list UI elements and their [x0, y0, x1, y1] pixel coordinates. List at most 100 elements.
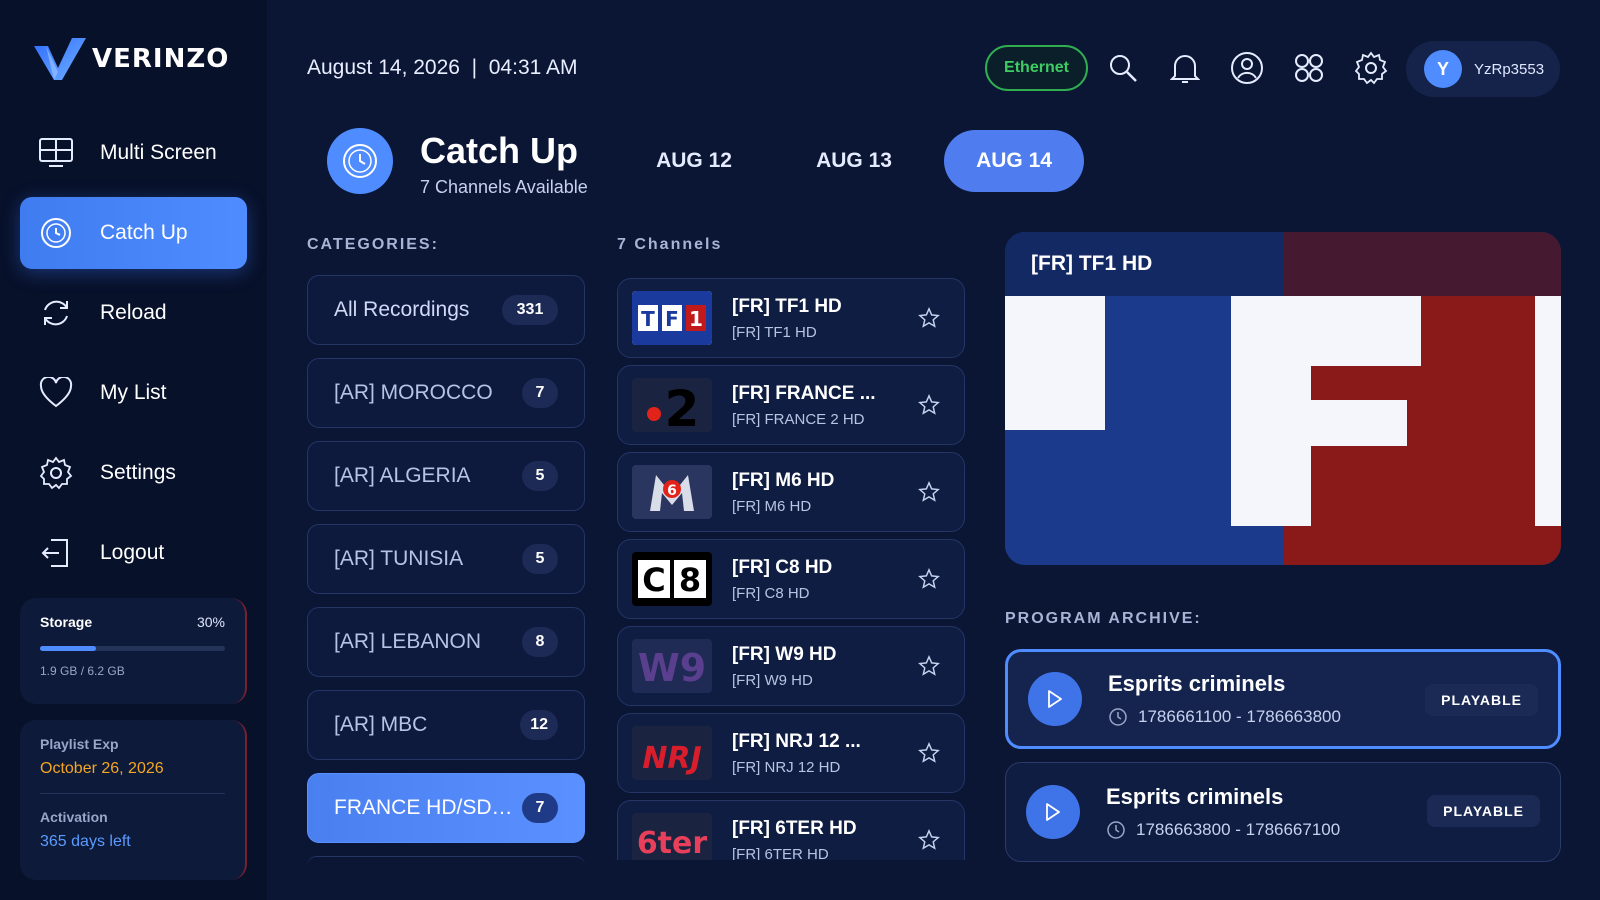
sidebar-item-settings[interactable]: Settings [20, 437, 247, 509]
category-item[interactable]: All Recordings 331 [307, 275, 585, 345]
bell-icon[interactable] [1167, 50, 1203, 86]
history-icon [1107, 821, 1125, 839]
svg-text:T: T [641, 307, 655, 331]
channel-logo-c8: C8 [632, 552, 712, 606]
favorite-star-icon[interactable] [918, 742, 940, 764]
catch-up-clock-icon [327, 128, 393, 194]
palette-icon[interactable] [1291, 50, 1327, 86]
svg-text:1: 1 [689, 307, 703, 331]
sidebar-item-logout[interactable]: Logout [20, 517, 247, 589]
playlist-exp-value: October 26, 2026 [40, 760, 164, 777]
channel-row[interactable]: 2 [FR] FRANCE ... [FR] FRANCE 2 HD [617, 365, 965, 445]
favorite-star-icon[interactable] [918, 655, 940, 677]
playlist-card: Playlist Exp October 26, 2026 Activation… [20, 720, 247, 880]
category-count: 5 [522, 544, 558, 574]
preview-title: [FR] TF1 HD [1031, 252, 1153, 275]
logo-v-icon [34, 38, 86, 80]
program-title: Esprits criminels [1108, 671, 1286, 696]
date-tab-aug-13[interactable]: AUG 13 [784, 130, 924, 192]
channel-subtitle: [FR] NRJ 12 HD [732, 758, 841, 776]
channel-row[interactable]: C8 [FR] C8 HD [FR] C8 HD [617, 539, 965, 619]
category-item-partial [307, 856, 585, 866]
category-label: [AR] TUNISIA [334, 547, 464, 570]
channel-name: [FR] W9 HD [732, 643, 837, 665]
sidebar-item-reload[interactable]: Reload [20, 277, 247, 349]
play-button[interactable] [1028, 672, 1082, 726]
clock-icon [38, 215, 74, 251]
channel-list: TF1 [FR] TF1 HD [FR] TF1 HD 2 [FR] FRANC… [617, 278, 965, 860]
category-item[interactable]: [AR] TUNISIA 5 [307, 524, 585, 594]
search-icon[interactable] [1105, 50, 1141, 86]
channel-subtitle: [FR] FRANCE 2 HD [732, 410, 865, 428]
channel-row[interactable]: W9 [FR] W9 HD [FR] W9 HD [617, 626, 965, 706]
channel-name: [FR] NRJ 12 ... [732, 730, 861, 752]
channel-name: [FR] FRANCE ... [732, 382, 876, 404]
channel-preview[interactable]: [FR] TF1 HD [1005, 232, 1561, 565]
sidebar-item-label: Catch Up [100, 221, 188, 244]
category-item-active[interactable]: FRANCE HD/SD ... 7 [307, 773, 585, 843]
channel-row[interactable]: 6 [FR] M6 HD [FR] M6 HD [617, 452, 965, 532]
category-label: [AR] MBC [334, 713, 428, 736]
sidebar-item-catch-up[interactable]: Catch Up [20, 197, 247, 269]
category-label: All Recordings [334, 298, 470, 321]
playable-badge: PLAYABLE [1425, 684, 1538, 716]
channel-logo-nrj12: NRJ [632, 726, 712, 780]
channel-row[interactable]: NRJ [FR] NRJ 12 ... [FR] NRJ 12 HD [617, 713, 965, 793]
storage-detail: 1.9 GB / 6.2 GB [40, 664, 125, 678]
channel-logo-6ter: 6ter [632, 813, 712, 860]
svg-text:F: F [665, 307, 679, 331]
favorite-star-icon[interactable] [918, 829, 940, 851]
date-tab-aug-12[interactable]: AUG 12 [624, 130, 764, 192]
settings-icon[interactable] [1353, 50, 1389, 86]
category-item[interactable]: [AR] LEBANON 8 [307, 607, 585, 677]
heart-icon [38, 375, 74, 411]
sidebar-item-multi-screen[interactable]: Multi Screen [20, 117, 247, 189]
category-label: [AR] ALGERIA [334, 464, 471, 487]
channel-name: [FR] 6TER HD [732, 817, 857, 839]
sidebar-item-label: Logout [100, 541, 165, 564]
favorite-star-icon[interactable] [918, 307, 940, 329]
sidebar-item-label: My List [100, 381, 167, 404]
channels-heading: 7 Channels [617, 236, 723, 253]
avatar: Y [1424, 50, 1462, 88]
channel-row[interactable]: TF1 [FR] TF1 HD [FR] TF1 HD [617, 278, 965, 358]
storage-card: Storage 30% 1.9 GB / 6.2 GB [20, 598, 247, 704]
favorite-star-icon[interactable] [918, 568, 940, 590]
archive-item[interactable]: Esprits criminels 1786661100 - 178666380… [1005, 649, 1561, 749]
channel-logo-w9: W9 [632, 639, 712, 693]
play-icon [1046, 803, 1060, 821]
storage-bar-fill [40, 646, 96, 651]
user-icon[interactable] [1229, 50, 1265, 86]
sidebar-item-label: Reload [100, 301, 167, 324]
multi-screen-icon [38, 135, 74, 171]
datetime: August 14, 2026 | 04:31 AM [307, 56, 578, 79]
channel-name: [FR] C8 HD [732, 556, 833, 578]
category-item[interactable]: [AR] MBC 12 [307, 690, 585, 760]
sidebar-item-my-list[interactable]: My List [20, 357, 247, 429]
category-count: 5 [522, 461, 558, 491]
page-subtitle: 7 Channels Available [420, 177, 588, 197]
channel-subtitle: [FR] 6TER HD [732, 845, 829, 861]
divider [40, 793, 225, 794]
favorite-star-icon[interactable] [918, 394, 940, 416]
app-logo: VERINZO [32, 36, 229, 82]
category-count: 7 [522, 793, 558, 823]
favorite-star-icon[interactable] [918, 481, 940, 503]
channel-logo-tf1: TF1 [632, 291, 712, 345]
svg-text:W9: W9 [638, 646, 706, 690]
archive-item[interactable]: Esprits criminels 1786663800 - 178666710… [1005, 762, 1561, 862]
gear-icon [38, 455, 74, 491]
category-count: 8 [522, 627, 558, 657]
category-item[interactable]: [AR] ALGERIA 5 [307, 441, 585, 511]
reload-icon [38, 295, 74, 331]
category-item[interactable]: [AR] MOROCCO 7 [307, 358, 585, 428]
sidebar: VERINZO Multi Screen Catch Up Reload My … [0, 0, 267, 900]
svg-text:8: 8 [679, 561, 701, 599]
user-menu[interactable]: Y YzRp3553 [1406, 41, 1560, 97]
channel-row[interactable]: 6ter [FR] 6TER HD [FR] 6TER HD [617, 800, 965, 860]
storage-percent: 30% [196, 614, 225, 630]
play-button[interactable] [1026, 785, 1080, 839]
sidebar-item-label: Multi Screen [100, 141, 217, 164]
date-tab-aug-14[interactable]: AUG 14 [944, 130, 1084, 192]
program-title: Esprits criminels [1106, 784, 1284, 809]
